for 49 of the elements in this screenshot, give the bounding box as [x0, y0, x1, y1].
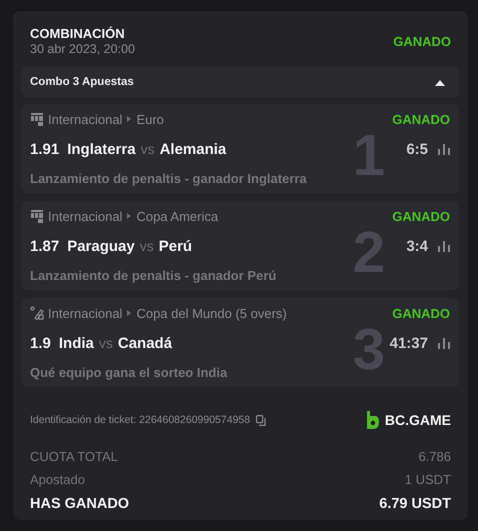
total-value: 6.786 — [418, 449, 451, 464]
market-label: Qué equipo gana el sorteo India — [30, 365, 228, 380]
odds-value: 1.87 — [30, 238, 60, 254]
total-value: 1 USDT — [404, 472, 451, 487]
bet-type: COMBINACIÓN — [30, 26, 126, 41]
stats-icon — [438, 240, 450, 252]
brand-name: BC.GAME — [384, 412, 451, 428]
total-label: HAS GANADO — [30, 496, 130, 512]
league-label: Euro — [136, 112, 164, 126]
ticket-id: Identificación de ticket: 2264608260990574958 — [30, 414, 250, 426]
chevron-icon — [127, 310, 132, 316]
cricket-bat-icon — [30, 306, 44, 320]
chevron-icon — [127, 116, 132, 122]
vs-label: vs — [140, 140, 155, 156]
league-label: Copa del Mundo (5 overs) — [136, 306, 287, 320]
combo-header[interactable]: Combo 3 Apuestas — [22, 67, 459, 97]
total-label: Apostado — [30, 472, 85, 487]
category-label: Internacional — [48, 112, 122, 126]
category-label: Internacional — [48, 306, 122, 320]
odds-value: 1.91 — [30, 140, 60, 158]
vs-label: vs — [140, 238, 154, 254]
team-name: Paraguay — [67, 238, 135, 254]
score: 41:37 — [390, 334, 428, 352]
stats-icon — [438, 144, 450, 154]
team-name: Canadá — [118, 334, 172, 352]
team-name: Alemania — [160, 140, 226, 158]
team-name: Inglaterra — [67, 140, 136, 158]
score: 6:5 — [406, 140, 428, 158]
odds-value: 1.9 — [30, 334, 51, 352]
leg-status: GANADO — [392, 306, 450, 320]
category-label: Internacional — [48, 208, 122, 224]
bet-date: 30 abr 2023, 20:00 — [30, 42, 135, 56]
market-label: Lanzamiento de penaltis - ganador Inglaterra — [30, 171, 308, 186]
market-label: Lanzamiento de penaltis - ganador Perú — [30, 268, 278, 283]
score: 3:4 — [406, 238, 428, 254]
copy-icon — [256, 414, 268, 426]
total-value: 6.79 USDT — [379, 496, 451, 512]
bet-status: GANADO — [393, 34, 451, 48]
total-label: CUOTA TOTAL — [30, 449, 118, 464]
team-name: Perú — [158, 238, 192, 254]
leg-status: GANADO — [392, 208, 450, 224]
team-name: India — [58, 334, 94, 352]
logo-icon — [366, 411, 380, 429]
combo-label: Combo 3 Apuestas — [30, 76, 134, 88]
stats-icon — [438, 338, 450, 348]
league-label: Copa America — [136, 208, 218, 224]
leg-status: GANADO — [392, 112, 450, 126]
chevron-icon — [127, 213, 132, 219]
vs-label: vs — [98, 334, 113, 350]
